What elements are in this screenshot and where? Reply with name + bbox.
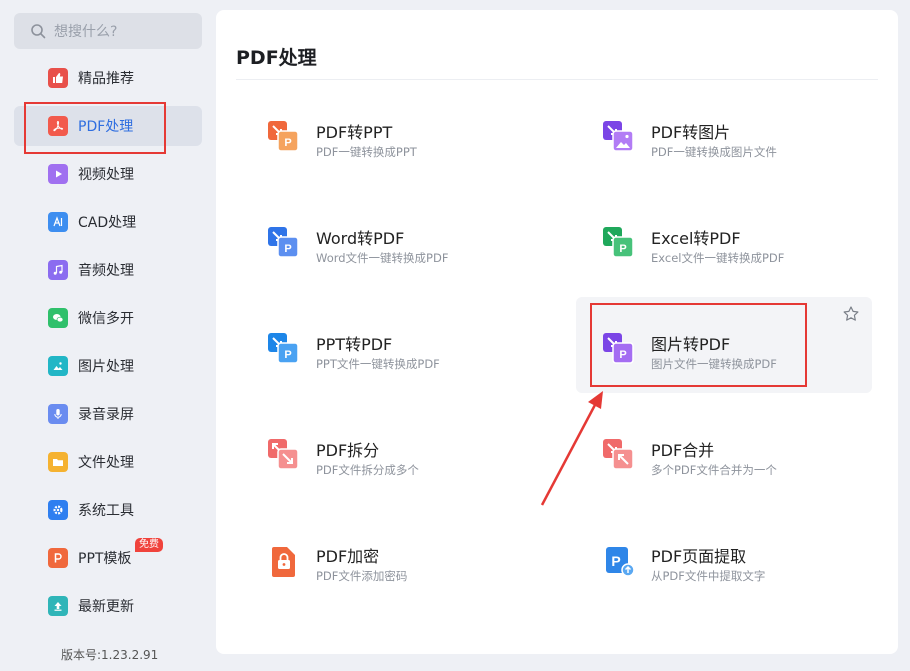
sidebar-item-label: 精品推荐 [78, 71, 134, 87]
annotation-box [590, 303, 807, 387]
tool-desc: PPT文件一键转换成PDF [316, 357, 440, 371]
sidebar-item-image[interactable]: 图片处理 [14, 346, 202, 386]
tool-ppt-to-pdf[interactable]: P PPT转PDF PPT文件一键转换成PDF [216, 312, 512, 408]
music-icon [48, 260, 68, 280]
ppt-icon [48, 548, 68, 568]
svg-text:P: P [284, 243, 291, 255]
annotation-box [24, 102, 166, 154]
sidebar-item-file[interactable]: 文件处理 [14, 442, 202, 482]
tool-desc: PDF一键转换成PPT [316, 145, 417, 159]
tool-pdf-to-ppt[interactable]: P PDF转PPT PDF一键转换成PPT [216, 100, 512, 196]
tool-pdf-encrypt[interactable]: PDF加密 PDF文件添加密码 [216, 524, 512, 620]
excel-to-pdf-icon: P [603, 227, 634, 258]
annotation-arrow [540, 391, 603, 506]
search-icon [31, 24, 46, 39]
page-title: PDF处理 [236, 47, 317, 69]
tool-excel-to-pdf[interactable]: P Excel转PDF Excel文件一键转换成PDF [551, 206, 847, 302]
sidebar-item-audio[interactable]: 音频处理 [14, 250, 202, 290]
svg-text:P: P [619, 243, 626, 255]
word-to-pdf-icon: P [268, 227, 299, 258]
sidebar-item-cad[interactable]: CAD处理 [14, 202, 202, 242]
sidebar-item-label: 系统工具 [78, 503, 134, 519]
sidebar-item-label: 图片处理 [78, 359, 134, 375]
svg-text:P: P [284, 349, 291, 361]
pdf-encrypt-icon [272, 547, 295, 577]
thumbs-up-icon [48, 68, 68, 88]
gear-icon [48, 500, 68, 520]
tool-desc: PDF文件添加密码 [316, 569, 408, 583]
sidebar-item-wechat[interactable]: 微信多开 [14, 298, 202, 338]
wechat-icon [48, 308, 68, 328]
svg-text:P: P [284, 137, 291, 149]
tool-title: PDF页面提取 [651, 547, 747, 566]
tool-title: PPT转PDF [316, 335, 393, 354]
tool-desc: Word文件一键转换成PDF [316, 251, 449, 265]
tool-title: PDF合并 [651, 441, 715, 460]
tool-desc: Excel文件一键转换成PDF [651, 251, 785, 265]
mic-icon [48, 404, 68, 424]
tool-pdf-extract[interactable]: P PDF页面提取 从PDF文件中提取文字 [551, 524, 847, 620]
tool-desc: 多个PDF文件合并为一个 [651, 463, 777, 477]
tool-title: Word转PDF [316, 229, 405, 248]
tool-desc: PDF一键转换成图片文件 [651, 145, 777, 159]
sidebar: 想搜什么? 精品推荐 PDF处理 视频处理 CAD处理 音频处理 微信多开 图片… [0, 0, 215, 671]
sidebar-item-label: PPT模板 [78, 551, 132, 567]
sidebar-item-featured[interactable]: 精品推荐 [14, 58, 202, 98]
sidebar-item-video[interactable]: 视频处理 [14, 154, 202, 194]
version-label: 版本号:1.23.2.91 [61, 648, 159, 662]
sidebar-item-label: 音频处理 [78, 263, 134, 279]
pdf-to-image-icon [603, 121, 634, 152]
sidebar-item-label: 微信多开 [78, 311, 134, 327]
pdf-extract-icon: P [606, 547, 635, 577]
sidebar-item-updates[interactable]: 最新更新 [14, 586, 202, 626]
tool-title: Excel转PDF [651, 229, 741, 248]
search-box[interactable]: 想搜什么? [14, 13, 202, 49]
image-icon [48, 356, 68, 376]
tool-title: PDF转图片 [651, 123, 731, 142]
sidebar-item-label: 文件处理 [78, 455, 134, 471]
tool-desc: PDF文件拆分成多个 [316, 463, 419, 477]
tool-title: PDF加密 [316, 547, 380, 566]
sidebar-item-label: CAD处理 [78, 215, 137, 231]
svg-text:P: P [611, 553, 620, 569]
sidebar-item-system[interactable]: 系统工具 [14, 490, 202, 530]
divider [236, 79, 878, 80]
cad-icon [48, 212, 68, 232]
tool-pdf-to-image[interactable]: PDF转图片 PDF一键转换成图片文件 [551, 100, 847, 196]
folder-icon [48, 452, 68, 472]
search-input[interactable]: 想搜什么? [54, 21, 117, 41]
star-icon[interactable] [842, 305, 860, 323]
free-badge: 免费 [135, 538, 163, 552]
upload-icon [48, 596, 68, 616]
ppt-to-pdf-icon: P [268, 333, 299, 364]
sidebar-item-record[interactable]: 录音录屏 [14, 394, 202, 434]
sidebar-item-ppt-template[interactable]: PPT模板 免费 [14, 538, 202, 578]
pdf-split-icon [268, 439, 299, 470]
tool-title: PDF拆分 [316, 441, 380, 460]
tool-pdf-split[interactable]: PDF拆分 PDF文件拆分成多个 [216, 418, 512, 514]
sidebar-item-label: 录音录屏 [78, 407, 134, 423]
sidebar-item-label: 最新更新 [78, 599, 134, 615]
tool-desc: 从PDF文件中提取文字 [651, 569, 766, 583]
tool-word-to-pdf[interactable]: P Word转PDF Word文件一键转换成PDF [216, 206, 512, 302]
sidebar-item-label: 视频处理 [78, 167, 134, 183]
tool-title: PDF转PPT [316, 123, 393, 142]
play-icon [48, 164, 68, 184]
pdf-to-ppt-icon: P [268, 121, 299, 152]
